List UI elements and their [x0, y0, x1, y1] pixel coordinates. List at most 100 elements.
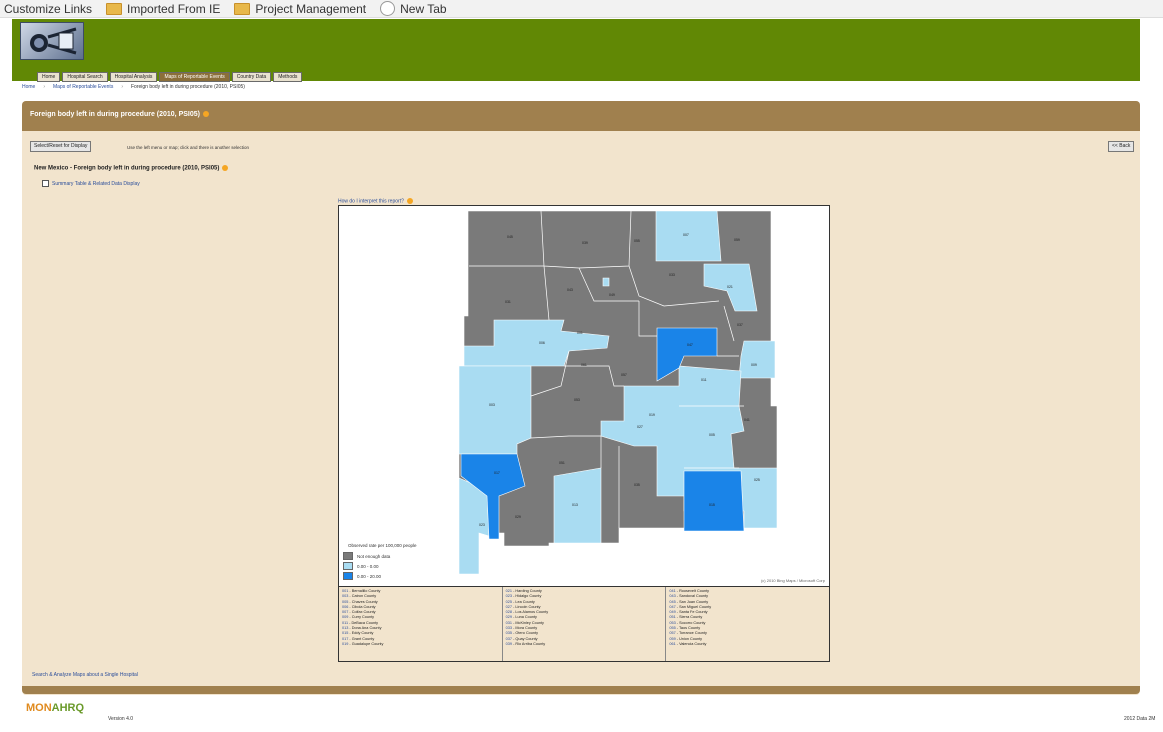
- legend-item: Not enough data: [343, 552, 390, 560]
- instructions-text: Use the left menu or map; click and ther…: [127, 145, 250, 150]
- summary-table-toggle[interactable]: Summary Table & Related Data Display: [42, 180, 140, 187]
- county-name: Los Alamos County: [515, 610, 549, 615]
- bookmark-imported-from-ie[interactable]: Imported From IE: [106, 2, 220, 16]
- county-name: Colfax County: [351, 610, 376, 615]
- county-name: Cibola County: [351, 604, 376, 609]
- county-row: 019 - Guadalupe County: [342, 642, 499, 647]
- county-name: Quay County: [515, 636, 538, 641]
- footer-version: Version 4.0: [108, 716, 134, 722]
- bookmarks-bar: Customize Links Imported From IE Project…: [0, 0, 1163, 18]
- county-code-label: 017: [494, 471, 500, 475]
- help-icon[interactable]: [222, 165, 229, 171]
- county-code-label: 001: [577, 331, 583, 335]
- checkbox[interactable]: [42, 180, 49, 187]
- stethoscope-icon: [30, 27, 77, 55]
- tab-hospital-search[interactable]: Hospital Search: [62, 72, 108, 82]
- tab-maps[interactable]: Maps of Reportable Events: [159, 72, 230, 82]
- county-name: Catron County: [351, 594, 377, 599]
- county-name: McKinley County: [515, 620, 544, 625]
- county-name: San Juan County: [679, 599, 709, 604]
- interpret-report-link[interactable]: How do I interpret this report?: [338, 198, 413, 204]
- county-code-label: 021: [727, 285, 733, 289]
- county-code-label: 011: [701, 378, 707, 382]
- county-blue: [683, 470, 745, 532]
- map-credit: (c) 2010 Bing Maps / Microsoft Corp: [760, 578, 825, 583]
- county-code-label: 003: [489, 403, 495, 407]
- county-code-label: 006: [539, 341, 545, 345]
- breadcrumb-home[interactable]: Home: [22, 84, 35, 90]
- bookmark-customize-links[interactable]: Customize Links: [4, 2, 92, 16]
- breadcrumb-current: Foreign body left in during procedure (2…: [131, 84, 245, 90]
- legend-item: 0.00 - 20.00: [343, 572, 381, 580]
- tab-home[interactable]: Home: [37, 72, 61, 82]
- county-code-label: 031: [505, 300, 511, 304]
- county-name: Eddy County: [351, 631, 374, 636]
- breadcrumb: Home › Maps of Reportable Events › Forei…: [22, 84, 245, 90]
- county-name: Harding County: [515, 589, 542, 593]
- county-code-label: 061: [581, 363, 587, 367]
- county-name: Union County: [679, 636, 703, 641]
- bookmark-new-tab[interactable]: New Tab: [380, 1, 447, 16]
- content-panel: Foreign body left in during procedure (2…: [22, 101, 1140, 695]
- county-code-label: 051: [559, 461, 565, 465]
- help-icon: [406, 198, 413, 204]
- county-name: Sandoval County: [679, 594, 708, 599]
- map-subtitle: New Mexico - Foreign body left in during…: [34, 165, 229, 172]
- content-bottom-bar: [22, 686, 1140, 694]
- county-map: 045 039 055 007 059 031 043 049 033 021 …: [338, 205, 830, 587]
- county-code-label: 053: [574, 398, 580, 402]
- county-name: Valencia County: [679, 641, 707, 646]
- tab-methods[interactable]: Methods: [273, 72, 303, 82]
- legend-title: Observed rate per 100,000 people: [348, 543, 417, 548]
- county-name: Taos County: [679, 626, 701, 631]
- choropleth-svg: 045 039 055 007 059 031 043 049 033 021 …: [458, 210, 778, 575]
- county-row: 061 - Valencia County: [669, 642, 826, 647]
- county-light: [738, 340, 776, 379]
- county-code-label: 009: [751, 363, 757, 367]
- legend-swatch: [343, 552, 353, 560]
- footer-copyright: 2012 Data 2M: [1124, 716, 1156, 722]
- single-hospital-link[interactable]: Search & Analyze Maps about a Single Hos…: [32, 672, 138, 678]
- county-name: DeBaca County: [351, 620, 379, 625]
- county-code-label: 035: [634, 483, 640, 487]
- county-code-label: 015: [709, 503, 715, 507]
- county-column: 041 - Roosevelt County 043 - Sandoval Cou…: [666, 587, 829, 661]
- county-name: Roosevelt County: [679, 589, 710, 593]
- back-button[interactable]: << Back: [1108, 141, 1135, 152]
- county-column: 021 - Harding County 023 - Hidalgo County…: [503, 587, 667, 661]
- bookmark-project-management[interactable]: Project Management: [234, 2, 366, 16]
- county-light: [602, 277, 610, 287]
- county-row: 039 - Rio Arriba County: [506, 642, 663, 647]
- county-name: Torrance County: [679, 631, 707, 636]
- county-code-label: 045: [507, 235, 513, 239]
- county-code-label: 019: [649, 413, 655, 417]
- page-title-bar: Foreign body left in during procedure (2…: [22, 101, 1140, 131]
- county-name: Guadalupe County: [351, 641, 384, 646]
- main-nav: Home Hospital Search Hospital Analysis M…: [37, 72, 303, 82]
- tab-hospital-analysis[interactable]: Hospital Analysis: [109, 72, 158, 82]
- breadcrumb-separator: ›: [43, 84, 46, 90]
- county-name: San Miguel County: [679, 604, 712, 609]
- county-code-label: 059: [734, 238, 740, 242]
- legend-swatch: [343, 572, 353, 580]
- county-name: Otero County: [515, 631, 538, 636]
- county-light: [458, 365, 532, 455]
- checkbox-label: Summary Table & Related Data Display: [52, 180, 140, 187]
- help-icon[interactable]: [202, 111, 209, 118]
- legend-swatch: [343, 562, 353, 570]
- breadcrumb-maps[interactable]: Maps of Reportable Events: [53, 84, 113, 90]
- county-name: Dona Ana County: [351, 626, 382, 631]
- county-name: Luna County: [515, 615, 537, 620]
- site-logo[interactable]: [20, 22, 84, 60]
- county-code-label: 025: [754, 478, 760, 482]
- county-name: Chaves County: [351, 599, 378, 604]
- county-column: 001 - Bernalillo County 003 - Catron Coun…: [339, 587, 503, 661]
- county-code-table: 001 - Bernalillo County 003 - Catron Coun…: [338, 586, 830, 662]
- county-code-label: 037: [737, 323, 743, 327]
- county-name: Curry County: [351, 615, 375, 620]
- select-reset-button[interactable]: Select/Reset for Display: [30, 141, 92, 152]
- folder-icon: [234, 2, 251, 15]
- breadcrumb-separator: ›: [121, 84, 123, 90]
- county-name: Hidalgo County: [515, 594, 542, 599]
- tab-country-data[interactable]: Country Data: [231, 72, 272, 82]
